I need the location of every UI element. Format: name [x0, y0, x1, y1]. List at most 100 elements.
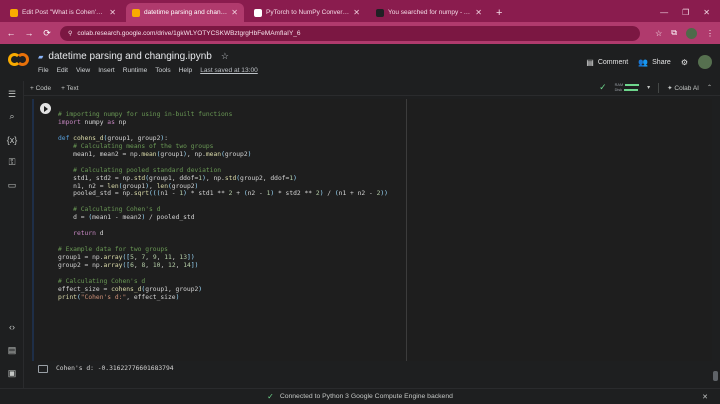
colab-ai-button[interactable]: ✦ Colab AI [667, 84, 699, 92]
url-input[interactable]: ⚲ colab.research.google.com/drive/1gkWLY… [60, 25, 640, 41]
menu-runtime[interactable]: Runtime [123, 67, 148, 74]
last-saved-link[interactable]: Last saved at 13:00 [200, 67, 258, 74]
code-snippets-icon[interactable]: ‹› [0, 322, 24, 332]
code-line: # Calculating Cohen's d [73, 206, 161, 214]
code-line: # Example data for two groups [58, 246, 168, 254]
search-icon[interactable]: ⌕ [0, 111, 24, 122]
settings-gear-icon[interactable]: ⚙ [681, 58, 688, 67]
ram-disk-meter[interactable]: RAM Disk [614, 83, 640, 92]
menu-edit[interactable]: Edit [57, 67, 68, 74]
browser-menu-icon[interactable]: ⋮ [706, 29, 714, 38]
code-line: d = (mean1 - mean2) / pooled_std [58, 214, 195, 222]
share-label: Share [652, 58, 671, 66]
output-actions-icon[interactable] [38, 365, 48, 373]
files-folder-icon[interactable]: ▭ [0, 180, 24, 191]
maximize-icon[interactable]: ❐ [682, 8, 689, 17]
left-rail: ☰ ⌕ {x} ⚿ ▭ ‹› ▤ ▣ [0, 81, 24, 391]
command-palette-icon[interactable]: ▤ [0, 345, 24, 356]
comment-button[interactable]: ▤ Comment [586, 58, 628, 67]
tab-favicon-icon [376, 8, 384, 17]
reload-icon[interactable]: ⟳ [42, 28, 52, 39]
back-icon[interactable]: ← [6, 28, 16, 38]
code-line: import numpy as np [58, 118, 127, 126]
tab-title: PyTorch to NumPy Conversion [266, 9, 350, 16]
comment-label: Comment [597, 58, 629, 66]
colab-logo-icon[interactable] [8, 53, 30, 67]
colab-header: ▰ datetime parsing and changing.ipynb ☆ … [0, 44, 720, 81]
menu-bar: File Edit View Insert Runtime Tools Help… [38, 67, 258, 74]
user-avatar[interactable] [698, 55, 712, 69]
code-line: print("Cohen's d:", effect_size) [58, 293, 180, 301]
status-text: Connected to Python 3 Google Compute Eng… [279, 393, 453, 400]
star-icon[interactable]: ☆ [221, 51, 229, 62]
code-line: pooled_std = np.sqrt(((n1 - 1) * std1 **… [58, 190, 388, 198]
code-line: n1, n2 = len(group1), len(group2) [58, 182, 199, 190]
add-code-button[interactable]: + Code [30, 85, 51, 92]
tab-close-icon[interactable]: ✕ [475, 8, 482, 17]
code-line: # Calculating pooled standard deviation [73, 166, 222, 174]
terminal-icon[interactable]: ▣ [0, 368, 24, 379]
site-info-icon[interactable]: ⚲ [68, 30, 72, 37]
code-line: # Calculating Cohen's d [58, 277, 146, 285]
drive-file-icon: ▰ [38, 53, 44, 61]
browser-tab[interactable]: You searched for numpy - Ask ✕ [370, 3, 488, 22]
tab-title: Edit Post "What is Cohen's D a [22, 9, 106, 16]
url-text: colab.research.google.com/drive/1gkWLYOT… [77, 29, 301, 37]
code-cell[interactable]: # importing numpy for using in-built fun… [32, 99, 712, 361]
status-check-icon: ✓ [267, 392, 274, 401]
browser-actions: ☆ ⧉ ⋮ [655, 27, 714, 39]
status-close-icon[interactable]: ✕ [702, 393, 708, 401]
variables-icon[interactable]: {x} [0, 135, 24, 145]
secrets-key-icon[interactable]: ⚿ [0, 157, 24, 168]
add-text-button[interactable]: + Text [61, 85, 78, 92]
vertical-scrollbar[interactable] [713, 99, 718, 381]
ruler-line [406, 99, 407, 361]
divider [658, 82, 660, 93]
profile-avatar[interactable] [686, 27, 697, 39]
code-editor[interactable]: # importing numpy for using in-built fun… [58, 103, 388, 302]
close-window-icon[interactable]: ✕ [703, 8, 710, 17]
browser-tab[interactable]: Edit Post "What is Cohen's D a ✕ [4, 3, 122, 22]
code-line: mean1, mean2 = np.mean(group1), np.mean(… [58, 150, 252, 158]
runtime-dropdown-icon[interactable]: ▾ [647, 84, 650, 91]
code-line: # importing numpy for using in-built fun… [58, 110, 233, 118]
minimize-icon[interactable]: — [660, 8, 668, 17]
menu-file[interactable]: File [38, 67, 49, 74]
code-line: std1, std2 = np.std(group1, ddof=1), np.… [58, 174, 297, 182]
tab-close-icon[interactable]: ✕ [353, 8, 360, 17]
notebook-toolbar: + Code + Text ✓ RAM Disk ▾ ✦ Colab AI ⌃ [24, 81, 720, 96]
notebook-title[interactable]: datetime parsing and changing.ipynb [48, 51, 211, 62]
menu-tools[interactable]: Tools [155, 67, 170, 74]
forward-icon[interactable]: → [24, 28, 34, 38]
header-actions: ▤ Comment 👥 Share ⚙ [586, 55, 712, 69]
scrollbar-thumb[interactable] [713, 371, 718, 381]
notebook-title-row: ▰ datetime parsing and changing.ipynb ☆ [38, 51, 229, 62]
toolbar-collapse-icon[interactable]: ⌃ [707, 84, 712, 91]
code-line: effect_size = cohens_d(group1, group2) [58, 285, 203, 293]
run-cell-icon[interactable] [40, 103, 51, 114]
share-people-icon: 👥 [638, 57, 649, 67]
tab-close-icon[interactable]: ✕ [231, 8, 238, 17]
code-line: group1 = np.array([5, 7, 9, 11, 13]) [58, 254, 195, 262]
cell-output: Cohen's d: -0.31622776601683794 [24, 361, 714, 378]
menu-help[interactable]: Help [179, 67, 193, 74]
connected-check-icon: ✓ [599, 82, 607, 92]
table-of-contents-icon[interactable]: ☰ [0, 89, 24, 100]
tab-favicon-icon [254, 8, 262, 17]
new-tab-button[interactable]: + [488, 7, 510, 22]
menu-view[interactable]: View [76, 67, 90, 74]
window-controls: — ❐ ✕ [650, 8, 720, 22]
disk-label: Disk [614, 88, 623, 92]
browser-tab-active[interactable]: datetime parsing and changing ✕ [126, 3, 244, 22]
extensions-icon[interactable]: ⧉ [671, 28, 677, 38]
ram-label: RAM [614, 83, 624, 87]
menu-insert[interactable]: Insert [98, 67, 115, 74]
bookmark-star-icon[interactable]: ☆ [655, 29, 662, 38]
tab-close-icon[interactable]: ✕ [109, 8, 116, 17]
share-button[interactable]: 👥 Share [638, 58, 671, 67]
browser-tab-strip: Edit Post "What is Cohen's D a ✕ datetim… [0, 0, 720, 22]
tab-title: You searched for numpy - Ask [388, 9, 472, 16]
output-text: Cohen's d: -0.31622776601683794 [56, 365, 174, 372]
code-line: return d [73, 230, 104, 238]
browser-tab[interactable]: PyTorch to NumPy Conversion ✕ [248, 3, 366, 22]
